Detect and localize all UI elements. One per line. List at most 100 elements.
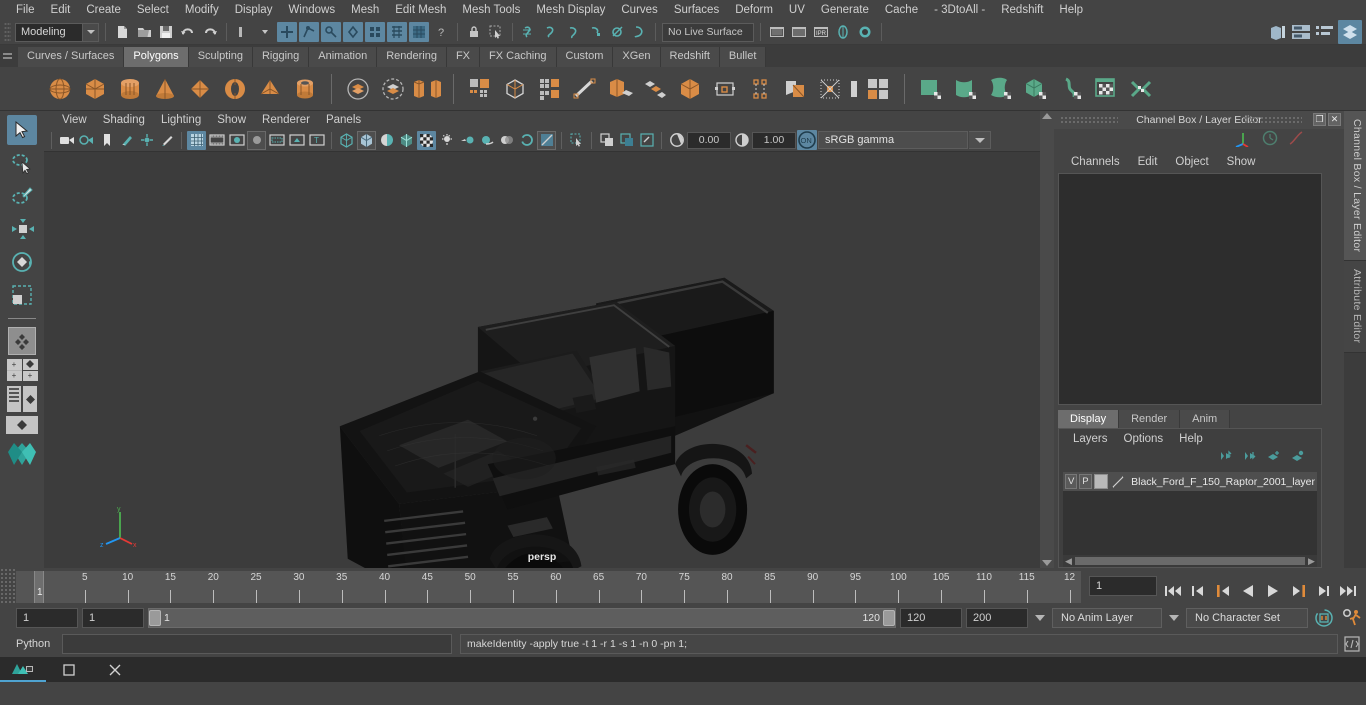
poly-sculpt-icon[interactable] (862, 73, 894, 105)
poly-boolean-difference-icon[interactable] (377, 73, 409, 105)
menu-file[interactable]: File (8, 1, 43, 19)
go-to-end-icon[interactable] (1338, 581, 1358, 601)
menu-mesh[interactable]: Mesh (343, 1, 387, 19)
rotate-tool[interactable] (7, 247, 37, 277)
window-restore-icon[interactable] (46, 657, 92, 682)
status-line-gripper[interactable] (4, 22, 11, 42)
character-set-selector[interactable]: No Character Set (1186, 608, 1308, 628)
layer-menu-options[interactable]: Options (1116, 431, 1172, 447)
render-region-icon[interactable] (833, 22, 853, 42)
menu-mesh-tools[interactable]: Mesh Tools (454, 1, 528, 19)
select-help-icon[interactable]: ? (431, 22, 451, 42)
snap-to-point-icon[interactable] (563, 22, 583, 42)
poly-multicut-icon[interactable] (569, 73, 601, 105)
viewport-menu-shading[interactable]: Shading (95, 112, 153, 128)
dock-gripper-left[interactable] (1060, 116, 1118, 124)
uv-spherical-icon[interactable] (985, 73, 1017, 105)
time-slider-gripper[interactable] (0, 568, 16, 605)
shelf-tab-bullet[interactable]: Bullet (719, 47, 767, 67)
outliner-persp-layout[interactable] (6, 385, 38, 413)
menu-cache[interactable]: Cache (877, 1, 926, 19)
menu-edit[interactable]: Edit (43, 1, 79, 19)
make-live-icon[interactable] (629, 22, 649, 42)
select-hierarchy-root-icon[interactable] (321, 22, 341, 42)
menu-modify[interactable]: Modify (177, 1, 227, 19)
dock-gripper-right[interactable] (1244, 116, 1302, 124)
range-start-handle[interactable] (149, 610, 161, 626)
shelf-tab-custom[interactable]: Custom (556, 47, 614, 67)
animation-start-field[interactable]: 1 (16, 608, 78, 628)
snap-to-curve-icon[interactable] (541, 22, 561, 42)
viewport-vertical-scrollbar[interactable] (1040, 111, 1054, 568)
poly-boolean-union-icon[interactable] (342, 73, 374, 105)
smooth-shade-icon[interactable] (357, 130, 376, 150)
film-gate-icon[interactable] (207, 131, 226, 150)
side-tab-attribute-editor[interactable]: Attribute Editor (1344, 261, 1366, 353)
perspective-viewport[interactable]: y z x persp (44, 150, 1040, 568)
channel-menu-channels[interactable]: Channels (1062, 154, 1129, 170)
paint-select-tool[interactable] (7, 181, 37, 211)
shelf-gripper[interactable] (3, 49, 12, 63)
viewport-menu-lighting[interactable]: Lighting (153, 112, 209, 128)
move-tool[interactable] (7, 214, 37, 244)
play-forwards-icon[interactable] (1263, 581, 1283, 601)
go-to-start-icon[interactable] (1163, 581, 1183, 601)
open-scene-icon[interactable] (134, 22, 154, 42)
move-layer-down-icon[interactable] (1242, 450, 1257, 468)
layer-row[interactable]: V P Black_Ford_F_150_Raptor_2001_layer (1063, 472, 1317, 491)
channel-box-curve-icon[interactable] (1288, 130, 1304, 151)
uv-planar-icon[interactable] (915, 73, 947, 105)
motion-blur-icon[interactable] (517, 131, 536, 150)
layer-scroll-thumb[interactable] (1075, 557, 1305, 565)
shelf-tab-rigging[interactable]: Rigging (252, 47, 310, 67)
wireframe-icon[interactable] (337, 131, 356, 150)
menu-windows[interactable]: Windows (280, 1, 343, 19)
layer-menu-help[interactable]: Help (1171, 431, 1211, 447)
uv-cut-icon[interactable] (1125, 73, 1157, 105)
menu-uv[interactable]: UV (781, 1, 813, 19)
menu-mesh-display[interactable]: Mesh Display (528, 1, 613, 19)
script-editor-icon[interactable] (1342, 634, 1362, 654)
poly-extrude-icon[interactable] (604, 73, 636, 105)
color-space-chevron-down-icon[interactable] (969, 131, 991, 150)
show-attribute-editor-icon[interactable] (1268, 22, 1288, 42)
poly-separate-icon[interactable] (429, 73, 443, 105)
select-camera-icon[interactable] (57, 131, 76, 150)
image-plane-icon[interactable] (117, 131, 136, 150)
layer-color-swatch-icon[interactable] (1110, 474, 1126, 489)
poly-cylinder-icon[interactable] (114, 73, 146, 105)
menu-edit-mesh[interactable]: Edit Mesh (387, 1, 454, 19)
menu-create[interactable]: Create (78, 1, 129, 19)
viewport-menu-view[interactable]: View (54, 112, 95, 128)
color-management-on-icon[interactable]: ON (797, 130, 817, 151)
poly-append-icon[interactable] (744, 73, 776, 105)
select-by-hierarchy-icon[interactable] (255, 22, 275, 42)
shelf-tab-animation[interactable]: Animation (309, 47, 378, 67)
restore-icon[interactable]: ❐ (1313, 113, 1326, 126)
anim-layer-selector[interactable]: No Anim Layer (1052, 608, 1162, 628)
redo-icon[interactable] (200, 22, 220, 42)
chevron-down-icon[interactable] (82, 23, 98, 41)
uv-automatic-icon[interactable] (1020, 73, 1052, 105)
hypershade-icon[interactable] (855, 22, 875, 42)
safe-action-icon[interactable] (287, 131, 306, 150)
select-faces-icon[interactable] (409, 22, 429, 42)
show-outliner-icon[interactable] (1338, 20, 1362, 44)
poly-quad-draw-icon[interactable] (534, 73, 566, 105)
color-space-selector[interactable]: sRGB gamma (818, 131, 968, 150)
multisample-aa-icon[interactable] (537, 130, 556, 150)
step-back-frame-icon[interactable] (1213, 581, 1233, 601)
poly-cube-icon[interactable] (79, 73, 111, 105)
gamma-field[interactable]: 1.00 (752, 131, 796, 149)
poly-torus-icon[interactable] (219, 73, 251, 105)
poly-cone-icon[interactable] (149, 73, 181, 105)
time-slider[interactable]: 1 5 10 15 20 25 30 35 40 45 50 55 60 65 70 75 80 85 90 95 1… (16, 571, 1081, 603)
lasso-select-tool[interactable] (7, 148, 37, 178)
selection-mode-group-icon[interactable] (233, 22, 253, 42)
layer-tab-render[interactable]: Render (1119, 410, 1181, 428)
layer-tab-anim[interactable]: Anim (1180, 410, 1231, 428)
flat-shade-icon[interactable] (377, 131, 396, 150)
menu-3dtoall[interactable]: - 3DtoAll - (926, 1, 993, 19)
channel-menu-show[interactable]: Show (1218, 154, 1265, 170)
menu-curves[interactable]: Curves (613, 1, 665, 19)
